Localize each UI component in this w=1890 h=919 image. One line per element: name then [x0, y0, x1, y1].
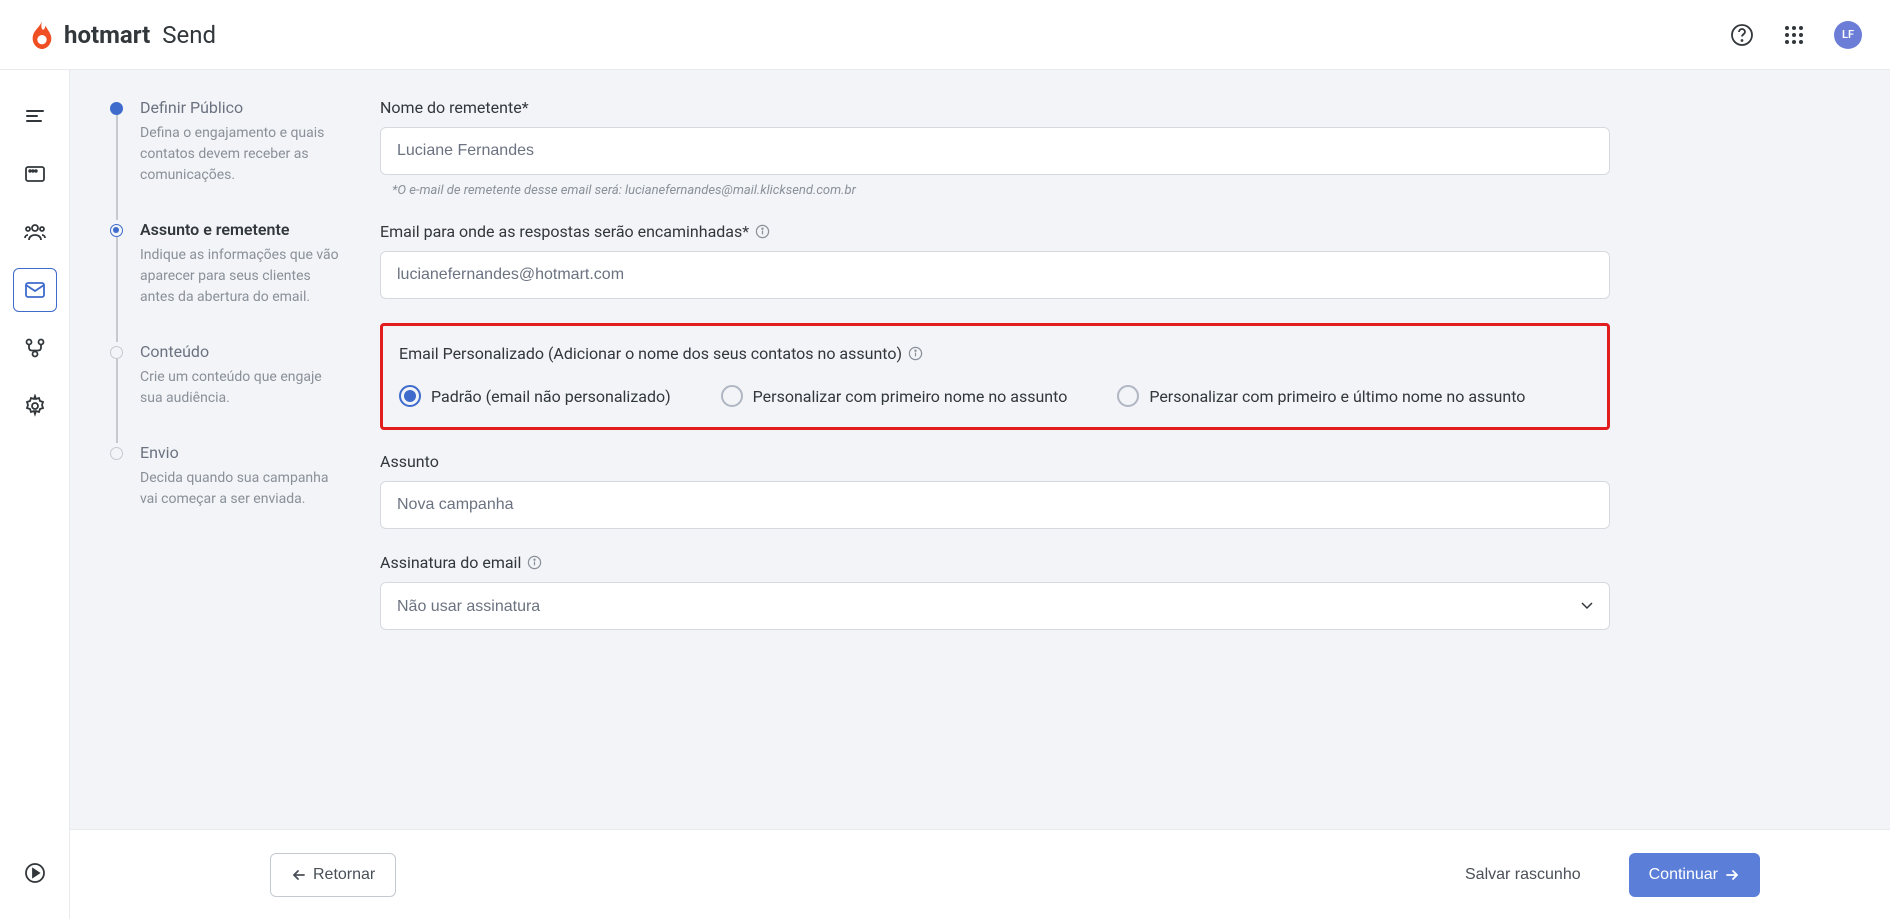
step-desc: Decida quando sua campanha vai começar a… — [140, 468, 340, 510]
sidebar-item-settings[interactable] — [13, 384, 57, 428]
header: hotmart Send LF — [0, 0, 1890, 70]
form-panel: Nome do remetente* *O e-mail de remetent… — [380, 98, 1610, 694]
save-label: Salvar rascunho — [1465, 866, 1581, 884]
step-subject[interactable]: Assunto e remetente Indique as informaçõ… — [110, 220, 340, 308]
sidebar-item-window[interactable] — [13, 152, 57, 196]
reply-email-label: Email para onde as respostas serão encam… — [380, 222, 749, 241]
personalized-label: Email Personalizado (Adicionar o nome do… — [399, 344, 902, 363]
sender-email-note: *O e-mail de remetente desse email será:… — [392, 183, 1610, 198]
sidebar-item-audience[interactable] — [13, 210, 57, 254]
step-public[interactable]: Definir Público Defina o engajamento e q… — [110, 98, 340, 186]
back-button[interactable]: Retornar — [270, 853, 396, 897]
step-marker-current — [110, 224, 123, 237]
back-label: Retornar — [313, 866, 375, 884]
personalization-section: Email Personalizado (Adicionar o nome do… — [380, 323, 1610, 430]
logo: hotmart Send — [28, 18, 216, 52]
step-desc: Crie um conteúdo que engaje sua audiênci… — [140, 367, 340, 409]
step-content[interactable]: Conteúdo Crie um conteúdo que engaje sua… — [110, 342, 340, 409]
sidebar-item-play[interactable] — [13, 851, 57, 895]
subject-input[interactable] — [380, 481, 1610, 529]
step-title: Assunto e remetente — [140, 220, 340, 239]
radio-first-name[interactable]: Personalizar com primeiro nome no assunt… — [721, 385, 1068, 407]
reply-email-input[interactable] — [380, 251, 1610, 299]
apps-grid-icon[interactable] — [1782, 23, 1806, 47]
radio-label: Padrão (email não personalizado) — [431, 387, 671, 406]
step-title: Envio — [140, 443, 340, 462]
signature-label: Assinatura do email — [380, 553, 521, 572]
sidebar-item-email[interactable] — [13, 268, 57, 312]
info-icon[interactable] — [908, 346, 923, 361]
subject-label: Assunto — [380, 452, 1610, 471]
continue-label: Continuar — [1649, 866, 1718, 884]
arrow-left-icon — [291, 867, 307, 883]
radio-indicator — [721, 385, 743, 407]
radio-full-name[interactable]: Personalizar com primeiro e último nome … — [1117, 385, 1525, 407]
sidebar-item-flow[interactable] — [13, 326, 57, 370]
step-marker-pending — [110, 346, 123, 359]
arrow-right-icon — [1724, 867, 1740, 883]
radio-default[interactable]: Padrão (email não personalizado) — [399, 385, 671, 407]
info-icon[interactable] — [755, 224, 770, 239]
sender-name-label: Nome do remetente* — [380, 98, 1610, 117]
step-marker-completed — [110, 102, 123, 115]
header-right: LF — [1730, 21, 1862, 49]
sender-name-input[interactable] — [380, 127, 1610, 175]
sidebar-item-menu[interactable] — [13, 94, 57, 138]
save-draft-button[interactable]: Salvar rascunho — [1445, 853, 1601, 897]
radio-label: Personalizar com primeiro e último nome … — [1149, 387, 1525, 406]
radio-indicator — [1117, 385, 1139, 407]
info-icon[interactable] — [527, 555, 542, 570]
flame-icon — [28, 18, 56, 52]
sub-brand-text: Send — [162, 21, 216, 49]
signature-select[interactable]: Não usar assinatura — [380, 582, 1610, 630]
step-title: Definir Público — [140, 98, 340, 117]
help-icon[interactable] — [1730, 23, 1754, 47]
step-send[interactable]: Envio Decida quando sua campanha vai com… — [110, 443, 340, 510]
step-desc: Defina o engajamento e quais contatos de… — [140, 123, 340, 186]
step-marker-pending — [110, 447, 123, 460]
avatar[interactable]: LF — [1834, 21, 1862, 49]
step-title: Conteúdo — [140, 342, 340, 361]
brand-text: hotmart — [64, 21, 150, 49]
continue-button[interactable]: Continuar — [1629, 853, 1760, 897]
sidebar — [0, 70, 70, 919]
steps-panel: Definir Público Defina o engajamento e q… — [110, 98, 340, 694]
step-desc: Indique as informações que vão aparecer … — [140, 245, 340, 308]
radio-label: Personalizar com primeiro nome no assunt… — [753, 387, 1068, 406]
radio-indicator — [399, 385, 421, 407]
footer: Retornar Salvar rascunho Continuar — [70, 829, 1890, 919]
